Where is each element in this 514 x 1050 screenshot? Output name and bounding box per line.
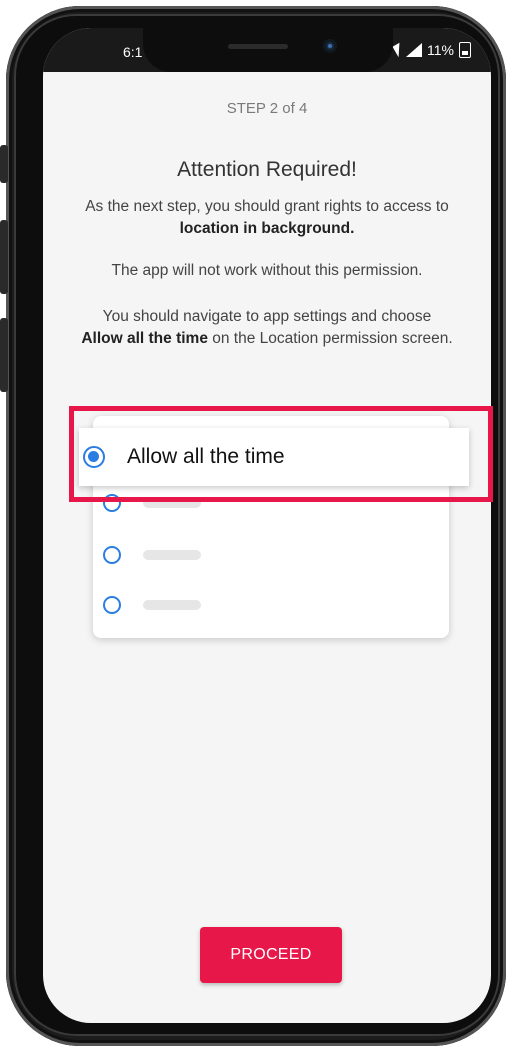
proceed-button[interactable]: PROCEED	[200, 927, 342, 983]
volume-down-button	[0, 318, 8, 392]
page-title: Attention Required!	[177, 158, 357, 181]
instruction-paragraph-1: As the next step, you should grant right…	[73, 196, 461, 240]
highlight-frame	[69, 406, 493, 502]
radio-unchecked-icon[interactable]	[103, 596, 121, 614]
instruction-paragraph-3: You should navigate to app settings and …	[73, 306, 461, 350]
instruction-bold-option: Allow all the time	[81, 330, 208, 347]
status-indicators: 11%	[392, 42, 471, 58]
step-indicator: STEP 2 of 4	[226, 100, 308, 117]
instruction-suffix: on the Location permission screen.	[207, 330, 453, 347]
volume-up-button	[0, 220, 8, 294]
option-row[interactable]	[103, 546, 201, 564]
status-time: 6:1	[123, 44, 143, 60]
wifi-icon	[392, 42, 406, 58]
instruction-bold: location in background.	[179, 220, 355, 237]
placeholder-line	[143, 600, 201, 610]
radio-unchecked-icon[interactable]	[103, 546, 121, 564]
speaker-grill	[228, 44, 288, 49]
battery-percent: 11%	[427, 42, 454, 58]
placeholder-line	[143, 550, 201, 560]
instruction-text: As the next step, you should grant right…	[85, 198, 449, 215]
phone-screen: 6:1 11% STEP 2 of 4 Attention Required! …	[43, 28, 491, 1023]
status-bar: 6:1 11%	[43, 28, 491, 72]
front-camera	[323, 39, 337, 53]
battery-icon	[459, 42, 471, 58]
mute-switch	[0, 145, 8, 183]
notch	[143, 28, 393, 72]
option-row[interactable]	[103, 596, 201, 614]
signal-icon	[406, 43, 423, 57]
instruction-paragraph-2: The app will not work without this permi…	[111, 262, 423, 279]
instruction-prefix: You should navigate to app settings and …	[102, 308, 432, 325]
